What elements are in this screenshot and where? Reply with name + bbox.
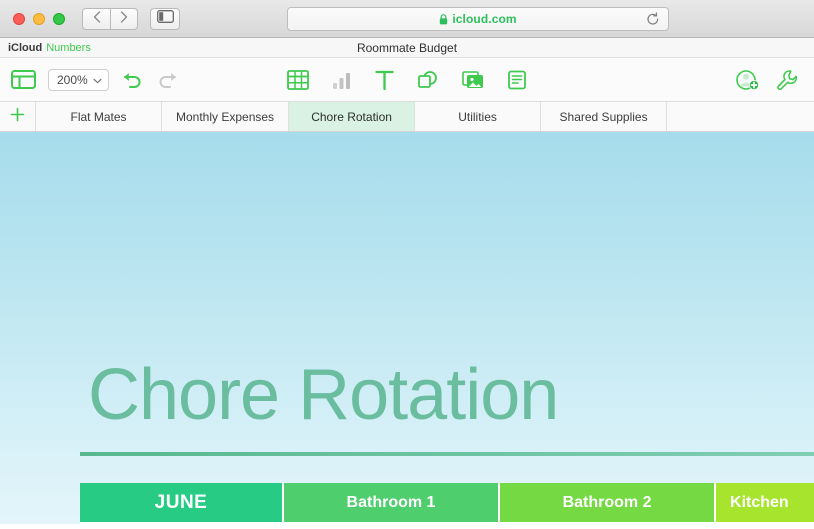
title-divider [80, 452, 814, 456]
wrench-icon [777, 69, 798, 90]
view-options-icon[interactable] [11, 70, 36, 89]
date-cell: 21-30 [427, 523, 501, 524]
date-cell: 1-10 [499, 523, 573, 524]
sheet-tab-label: Flat Mates [70, 109, 127, 124]
sidebar-toggle-button[interactable] [150, 7, 180, 30]
chevron-left-icon [93, 11, 101, 26]
sheet-tab-label: Chore Rotation [311, 109, 392, 124]
insert-comment-button[interactable] [507, 70, 527, 90]
sheet-tab-label: Shared Supplies [559, 109, 648, 124]
insert-chart-button[interactable] [332, 70, 352, 90]
undo-icon [123, 73, 141, 88]
close-window-button[interactable] [13, 12, 25, 25]
comment-icon [508, 70, 526, 89]
plus-icon [10, 106, 25, 128]
undo-button[interactable] [121, 70, 144, 89]
insert-text-button[interactable] [375, 70, 394, 90]
reload-icon[interactable] [646, 12, 660, 32]
address-bar[interactable]: icloud.com [287, 7, 669, 31]
chore-rotation-table[interactable]: JUNE Bathroom 1 Bathroom 2 Kitchen DATES… [80, 483, 814, 524]
date-cell: 21-30 [643, 523, 717, 524]
date-cell: 11-20 [571, 523, 645, 524]
row-label-dates: DATES [80, 523, 284, 524]
minimize-window-button[interactable] [33, 12, 45, 25]
sheet-tab-chore-rotation[interactable]: Chore Rotation [289, 102, 416, 131]
sheet-tab-shared-supplies[interactable]: Shared Supplies [541, 102, 668, 131]
collaborate-button[interactable] [736, 69, 760, 91]
zoom-level-select[interactable]: 200% [48, 68, 109, 91]
header-chore-bathroom-1: Bathroom 1 [283, 483, 501, 524]
insert-shape-button[interactable] [417, 70, 439, 90]
toolbar-left-group: 200% [11, 68, 179, 91]
sidebar-toggle-icon [156, 9, 174, 28]
date-cell: 11-20 [787, 523, 814, 524]
toolbar-right-group [736, 69, 798, 91]
maximize-window-button[interactable] [53, 12, 65, 25]
shape-icon [418, 70, 437, 88]
table-icon [287, 69, 309, 90]
nav-buttons [82, 7, 138, 30]
sheet-tab-flat-mates[interactable]: Flat Mates [36, 102, 162, 131]
media-icon [462, 70, 483, 88]
spreadsheet-canvas[interactable]: Chore Rotation JUNE Bathroom 1 Bathroom … [0, 132, 814, 524]
collaborate-add-person-icon [736, 69, 759, 90]
sheet-tab-bar-filler [667, 102, 814, 131]
insert-media-button[interactable] [462, 70, 484, 90]
redo-button[interactable] [156, 70, 179, 89]
date-cell: 1-10 [283, 523, 356, 524]
url-text: icloud.com [452, 12, 517, 26]
redo-icon [159, 73, 176, 88]
sheet-tab-label: Utilities [458, 109, 497, 124]
icloud-app-bar: iCloud Numbers Roommate Budget [0, 38, 814, 58]
chevron-right-icon [120, 11, 128, 26]
sheet-tab-monthly-expenses[interactable]: Monthly Expenses [162, 102, 290, 131]
browser-titlebar: icloud.com [0, 0, 814, 38]
sheet-tab-bar: Flat Mates Monthly Expenses Chore Rotati… [0, 102, 814, 132]
sheet-tab-utilities[interactable]: Utilities [415, 102, 542, 131]
window-controls [13, 12, 65, 25]
table-header-row: JUNE Bathroom 1 Bathroom 2 Kitchen [80, 483, 814, 524]
browser-window: icloud.com iCloud Numbers Roommate Budge… [0, 0, 814, 529]
table-row-dates: DATES 1-10 11-20 21-30 1-10 11-20 21-30 … [80, 523, 814, 524]
document-title: Roommate Budget [356, 40, 458, 55]
zoom-level-value: 200% [57, 72, 88, 87]
text-icon [375, 70, 394, 90]
forward-button[interactable] [110, 7, 138, 30]
numbers-toolbar: 200% [0, 58, 814, 102]
date-cell: 1-10 [715, 523, 789, 524]
add-sheet-button[interactable] [0, 102, 36, 131]
tools-button[interactable] [776, 69, 798, 91]
chart-icon [333, 72, 350, 89]
chevron-down-icon [93, 73, 102, 87]
header-chore-kitchen: Kitchen [715, 483, 814, 524]
header-month: JUNE [80, 483, 284, 524]
back-button[interactable] [82, 7, 110, 30]
date-cell: 11-20 [355, 523, 428, 524]
header-chore-bathroom-2: Bathroom 2 [499, 483, 717, 524]
sheet-title: Chore Rotation [88, 355, 559, 435]
lock-icon [439, 13, 448, 25]
sheet-tab-label: Monthly Expenses [176, 109, 275, 124]
insert-table-button[interactable] [287, 69, 309, 90]
